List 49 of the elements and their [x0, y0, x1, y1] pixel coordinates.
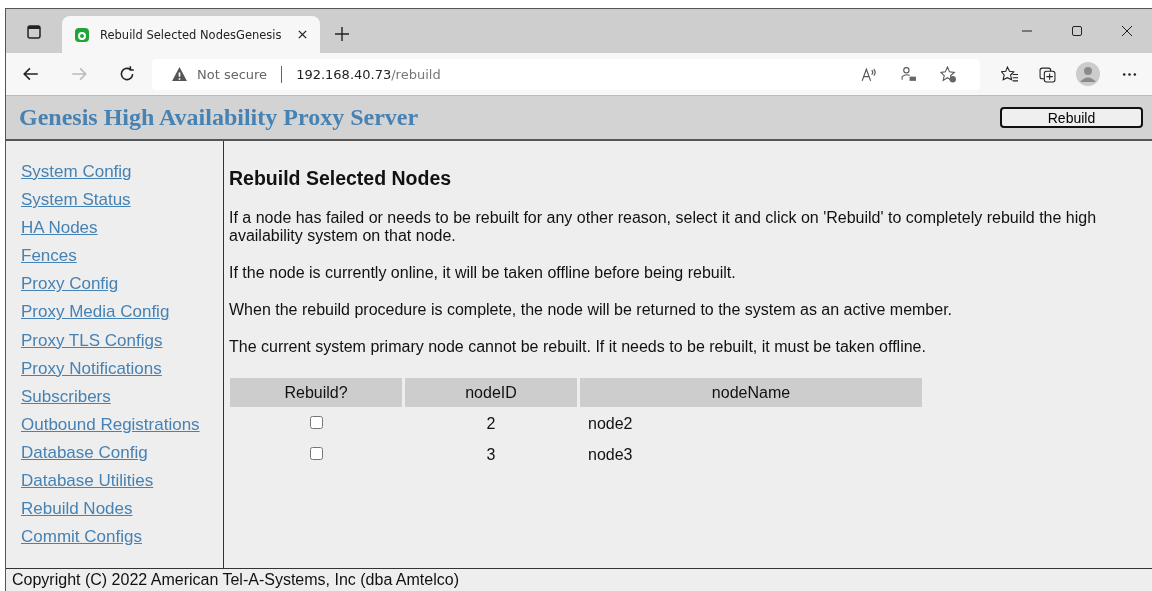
column-header: Rebuild?: [230, 378, 402, 407]
tab-title: Rebuild Selected NodesGenesis: [100, 27, 283, 42]
table-cell: 2: [486, 415, 496, 432]
column-header: nodeName: [580, 378, 922, 407]
person-icon[interactable]: [900, 65, 917, 83]
refresh-icon[interactable]: [118, 65, 136, 83]
sidebar-link[interactable]: Proxy Media Config: [21, 298, 170, 327]
address-bar[interactable]: Not secure 192.168.40.73/rebuild: [152, 58, 980, 90]
sidebar-link[interactable]: Commit Configs: [21, 523, 142, 552]
close-icon[interactable]: [1121, 25, 1133, 37]
sidebar-link[interactable]: Database Utilities: [21, 467, 154, 496]
checkbox[interactable]: [309, 416, 323, 429]
profile-avatar-icon[interactable]: [1076, 62, 1100, 86]
site-logo-icon: [74, 26, 90, 43]
page-heading: Rebuild Selected Nodes: [229, 167, 453, 190]
sidebar-link[interactable]: System Status: [21, 186, 131, 215]
table-cell: node3: [588, 446, 633, 463]
sidebar-link[interactable]: Database Config: [21, 438, 148, 468]
close-icon[interactable]: [297, 29, 308, 40]
add-favorite-icon[interactable]: [940, 65, 957, 83]
sidebar-link[interactable]: System Config: [21, 158, 132, 187]
back-icon[interactable]: [22, 65, 40, 83]
paragraph: If a node has failed or needs to be rebuilt for any other reason, select it and click on 'Rebuild' to completely rebuild the high availability system on that node.: [229, 209, 1098, 245]
rebuild-button[interactable]: Rebuild: [1000, 107, 1143, 128]
table-cell: 3: [486, 446, 496, 463]
copyright-text: Copyright (C) 2022 American Tel-A-Systems, Inc (dba Amtelco): [12, 571, 459, 589]
paragraph: The current system primary node cannot be rebuilt. If it needs to be rebuilt, it must be taken offline.: [229, 338, 927, 356]
checkbox[interactable]: [309, 447, 323, 460]
favorites-icon[interactable]: [1001, 65, 1018, 83]
paragraph: If the node is currently online, it will be taken offline before being rebuilt.: [229, 264, 737, 282]
sidebar-link[interactable]: Outbound Registrations: [21, 410, 200, 439]
sidebar-link[interactable]: Subscribers: [21, 382, 111, 411]
tab-actions-icon[interactable]: [26, 24, 42, 40]
read-aloud-icon[interactable]: [860, 65, 877, 83]
sidebar-link[interactable]: Fences: [21, 242, 77, 271]
paragraph: When the rebuild procedure is complete, the node will be returned to the system as an active member.: [229, 301, 954, 319]
maximize-icon[interactable]: [1071, 25, 1083, 37]
table-cell: node2: [588, 415, 633, 432]
new-tab-icon[interactable]: [334, 26, 350, 42]
browser-tab[interactable]: Rebuild Selected NodesGenesis: [62, 16, 320, 53]
collections-icon[interactable]: [1039, 65, 1056, 83]
column-header: nodeID: [405, 378, 577, 407]
sidebar-link[interactable]: Proxy Config: [21, 270, 119, 299]
warning-icon: [171, 65, 188, 83]
sidebar-link[interactable]: HA Nodes: [21, 214, 98, 243]
sidebar-link[interactable]: Rebuild Nodes: [21, 495, 133, 524]
sidebar-link[interactable]: Proxy TLS Configs: [21, 326, 163, 355]
site-title: Genesis High Availability Proxy Server: [19, 104, 419, 131]
sidebar-link[interactable]: Proxy Notifications: [21, 354, 162, 383]
